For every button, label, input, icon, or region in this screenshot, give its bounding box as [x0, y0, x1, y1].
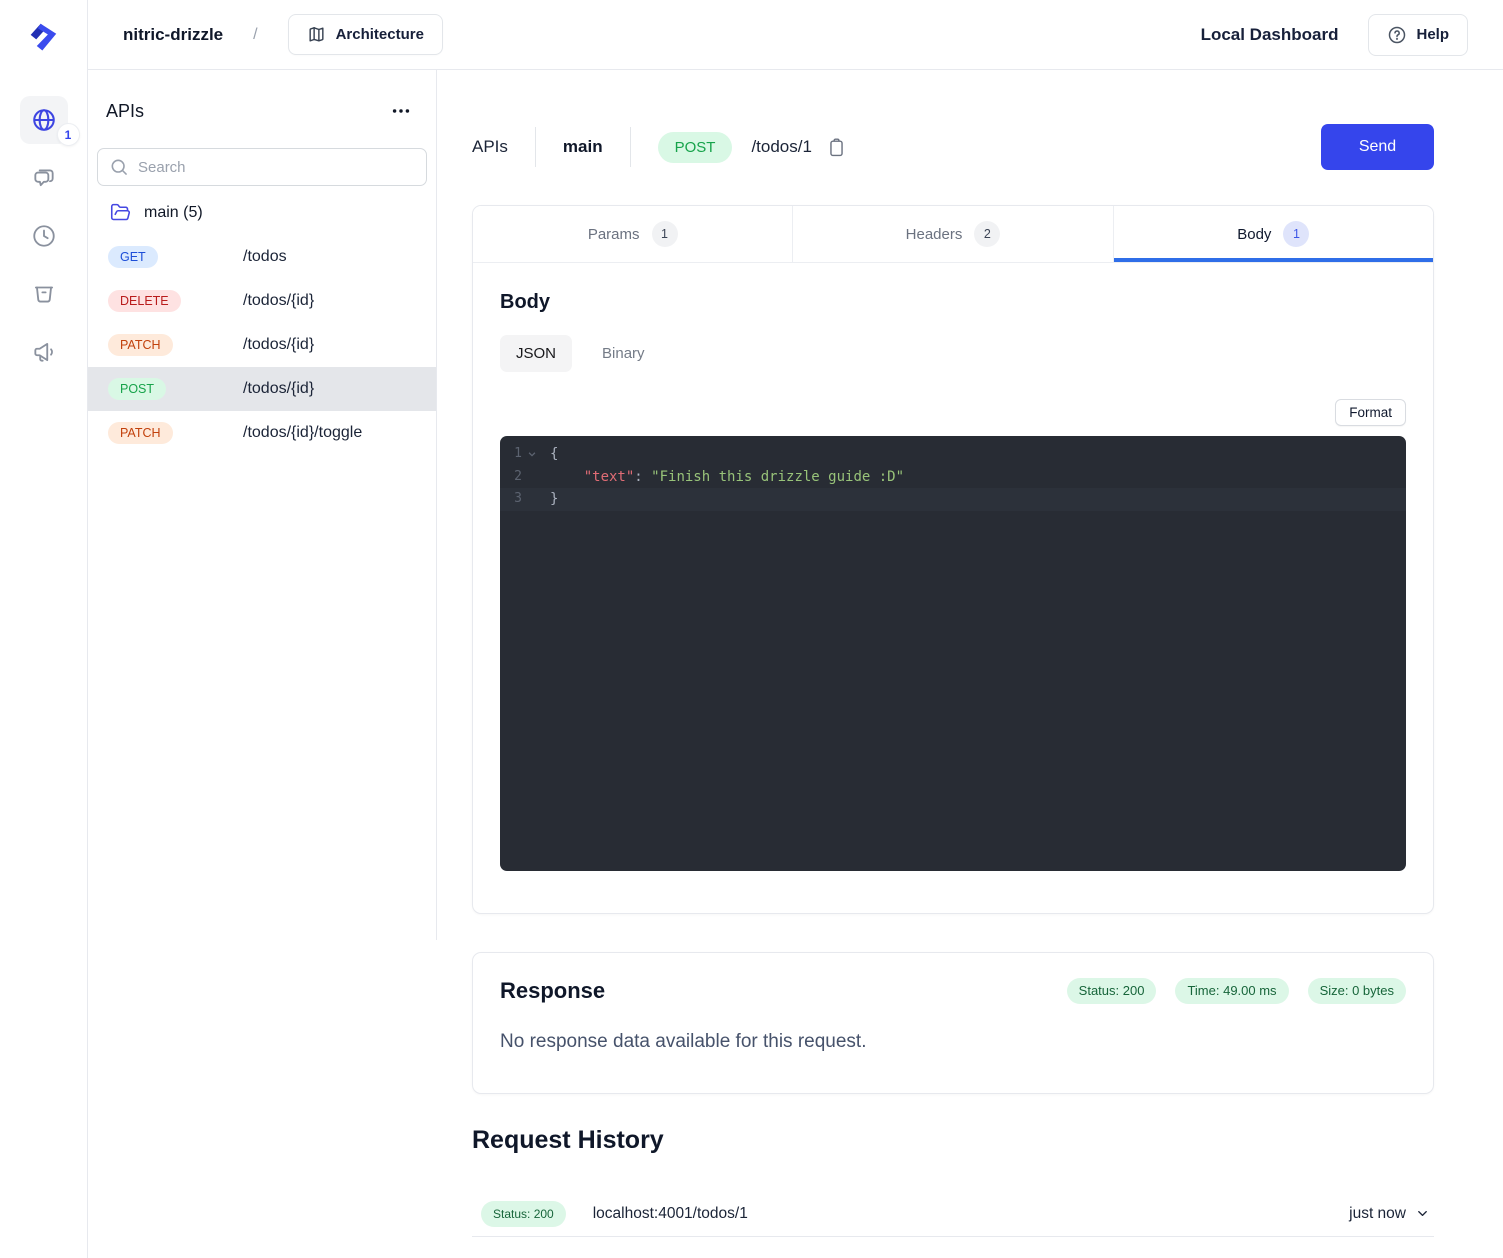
endpoint-path: /todos/{id} — [243, 292, 314, 310]
tab-body-count: 1 — [1283, 221, 1309, 247]
main-content: APIs main POST /todos/1 Send — [437, 70, 1503, 1258]
tab-headers[interactable]: Headers 2 — [792, 206, 1112, 262]
format-button[interactable]: Format — [1335, 399, 1406, 426]
body-mode-json[interactable]: JSON — [500, 335, 572, 372]
endpoint-row-post-todo[interactable]: POST /todos/{id} — [88, 367, 436, 411]
nav-apis-button[interactable]: 1 — [20, 96, 68, 144]
architecture-button[interactable]: Architecture — [288, 14, 443, 55]
code-line: 2 "text": "Finish this drizzle guide :D" — [500, 466, 1406, 489]
json-body-editor[interactable]: 1 { 2 "text — [500, 436, 1406, 871]
chat-bubbles-icon — [31, 165, 57, 191]
code-token: "text" — [584, 466, 635, 489]
code-token: : — [634, 466, 651, 489]
apis-count-badge: 1 — [57, 123, 80, 146]
method-badge: PATCH — [108, 334, 173, 357]
code-token: } — [550, 488, 558, 511]
sidebar-title: APIs — [97, 101, 144, 122]
response-time-badge: Time: 49.00 ms — [1175, 978, 1288, 1004]
response-status-badge: Status: 200 — [1067, 978, 1157, 1004]
dashboard-title: Local Dashboard — [1201, 25, 1339, 45]
map-icon — [307, 25, 326, 44]
help-label: Help — [1416, 26, 1449, 43]
endpoint-path: /todos/{id}/toggle — [243, 424, 362, 442]
help-button[interactable]: Help — [1368, 14, 1468, 56]
method-badge: POST — [108, 378, 166, 401]
request-group-label: APIs — [472, 137, 508, 157]
tab-body-label: Body — [1237, 226, 1271, 243]
code-token: "Finish this drizzle guide :D" — [651, 466, 904, 489]
body-mode-binary[interactable]: Binary — [602, 345, 645, 362]
tab-params[interactable]: Params 1 — [473, 206, 792, 262]
endpoint-row-get-todos[interactable]: GET /todos — [88, 235, 436, 279]
chevron-down-icon[interactable] — [1415, 1206, 1430, 1221]
bucket-icon — [31, 281, 57, 307]
tab-headers-label: Headers — [906, 226, 963, 243]
divider — [535, 127, 536, 167]
nav-storage-button[interactable] — [20, 270, 68, 318]
line-number: 3 — [500, 488, 522, 511]
request-bar: APIs main POST /todos/1 Send — [472, 124, 1434, 170]
api-selector[interactable]: main — [563, 137, 603, 157]
request-editor-card: Params 1 Headers 2 Body 1 Body JS — [472, 205, 1434, 914]
clipboard-icon — [827, 137, 846, 158]
request-history-title: Request History — [472, 1126, 1434, 1155]
send-button[interactable]: Send — [1321, 124, 1434, 170]
history-timestamp: just now — [1349, 1205, 1406, 1223]
nitric-logo — [24, 16, 64, 56]
endpoint-path: /todos/{id} — [243, 380, 314, 398]
endpoint-row-delete-todo[interactable]: DELETE /todos/{id} — [88, 279, 436, 323]
clock-icon — [31, 223, 57, 249]
history-item[interactable]: Status: 200 localhost:4001/todos/1 just … — [472, 1191, 1434, 1237]
endpoint-row-patch-todo[interactable]: PATCH /todos/{id} — [88, 323, 436, 367]
line-number: 1 — [500, 443, 522, 466]
body-title: Body — [500, 291, 1406, 314]
history-url: localhost:4001/todos/1 — [593, 1205, 748, 1223]
search-icon — [109, 157, 129, 177]
history-status-badge: Status: 200 — [481, 1201, 566, 1227]
endpoint-path: /todos — [243, 248, 287, 266]
tab-params-label: Params — [588, 226, 640, 243]
api-group-label: main (5) — [144, 204, 203, 222]
request-method-badge: POST — [658, 132, 733, 163]
body-panel: Body JSON Binary Format 1 — [473, 263, 1433, 913]
ellipsis-icon — [390, 100, 412, 122]
code-line-active: 3 } — [500, 488, 1406, 511]
tab-headers-count: 2 — [974, 221, 1000, 247]
breadcrumb-separator: / — [253, 26, 257, 44]
fold-chevron-icon[interactable] — [522, 449, 542, 459]
tab-list: Params 1 Headers 2 Body 1 — [473, 206, 1433, 263]
code-line: 1 { — [500, 443, 1406, 466]
method-badge: GET — [108, 246, 158, 269]
sidebar-menu-button[interactable] — [386, 96, 416, 126]
tab-params-count: 1 — [652, 221, 678, 247]
response-card: Response Status: 200 Time: 49.00 ms Size… — [472, 952, 1434, 1094]
megaphone-icon — [31, 339, 57, 365]
apis-sidebar: APIs — [88, 70, 437, 940]
request-path: /todos/1 — [751, 137, 812, 157]
folder-open-icon — [110, 202, 131, 223]
nav-websockets-button[interactable] — [20, 328, 68, 376]
nav-topics-button[interactable] — [20, 154, 68, 202]
code-token: { — [550, 443, 558, 466]
api-group-row[interactable]: main (5) — [88, 186, 436, 235]
response-empty-message: No response data available for this requ… — [500, 1031, 1406, 1053]
top-bar: nitric-drizzle / Architecture Local Dash… — [88, 0, 1503, 70]
search-input[interactable] — [97, 148, 427, 186]
endpoint-row-patch-toggle[interactable]: PATCH /todos/{id}/toggle — [88, 411, 436, 455]
divider — [630, 127, 631, 167]
project-name: nitric-drizzle — [123, 25, 223, 45]
line-number: 2 — [500, 466, 522, 489]
endpoint-path: /todos/{id} — [243, 336, 314, 354]
nav-schedules-button[interactable] — [20, 212, 68, 260]
question-circle-icon — [1387, 25, 1407, 45]
architecture-label: Architecture — [336, 26, 424, 43]
globe-icon — [31, 107, 57, 133]
method-badge: DELETE — [108, 290, 181, 313]
method-badge: PATCH — [108, 422, 173, 445]
icon-rail: 1 — [0, 0, 88, 1258]
response-title: Response — [500, 978, 605, 1004]
response-size-badge: Size: 0 bytes — [1308, 978, 1406, 1004]
copy-path-button[interactable] — [825, 135, 848, 160]
tab-body[interactable]: Body 1 — [1113, 206, 1433, 262]
